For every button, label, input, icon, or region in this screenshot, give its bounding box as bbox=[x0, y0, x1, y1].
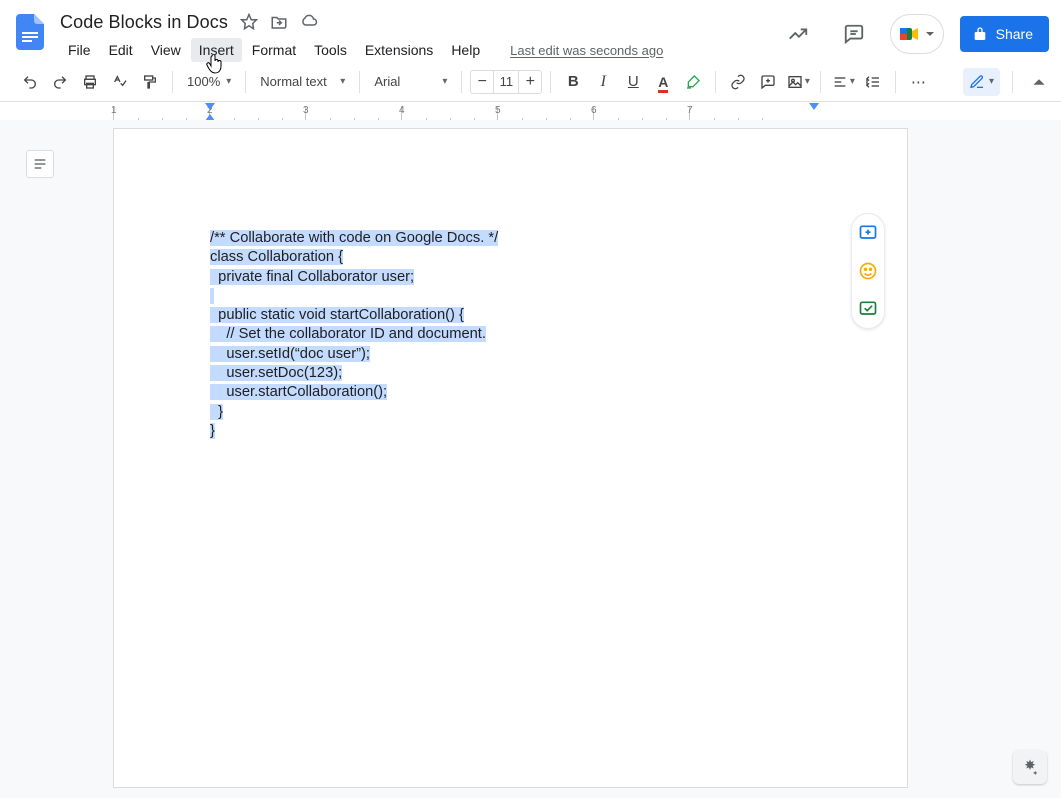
toolbar-separator bbox=[1012, 71, 1013, 93]
code-line[interactable]: public static void startCollaboration() … bbox=[210, 306, 498, 325]
share-button[interactable]: Share bbox=[960, 16, 1049, 52]
suggest-edits-rail-button[interactable] bbox=[855, 296, 881, 322]
toolbar-separator bbox=[461, 71, 462, 93]
menu-help[interactable]: Help bbox=[443, 38, 488, 62]
chevron-down-icon: ▾ bbox=[340, 76, 345, 87]
first-line-indent-marker[interactable] bbox=[205, 103, 215, 110]
toolbar-separator bbox=[245, 71, 246, 93]
highlight-button[interactable] bbox=[679, 68, 707, 96]
cloud-status-icon[interactable] bbox=[300, 13, 318, 31]
add-emoji-rail-button[interactable] bbox=[855, 258, 881, 284]
code-line[interactable]: // Set the collaborator ID and document. bbox=[210, 325, 498, 344]
code-line[interactable]: user.setId(“doc user”); bbox=[210, 345, 498, 364]
spellcheck-button[interactable] bbox=[106, 68, 134, 96]
font-size-increase-button[interactable]: + bbox=[519, 73, 541, 91]
font-dropdown[interactable]: Arial ▾ bbox=[368, 68, 453, 96]
code-line[interactable]: /** Collaborate with code on Google Docs… bbox=[210, 229, 498, 248]
font-size-decrease-button[interactable]: − bbox=[471, 73, 493, 91]
paint-format-button[interactable] bbox=[136, 68, 164, 96]
chevron-down-icon: ▾ bbox=[805, 76, 810, 87]
code-line[interactable] bbox=[210, 287, 498, 306]
app-header: Code Blocks in Docs File Edit View Inser… bbox=[0, 0, 1061, 62]
document-canvas: /** Collaborate with code on Google Docs… bbox=[0, 120, 1061, 798]
hide-menus-button[interactable] bbox=[1025, 68, 1053, 96]
explore-button[interactable] bbox=[1013, 750, 1047, 784]
title-area: Code Blocks in Docs File Edit View Inser… bbox=[60, 8, 663, 62]
italic-button[interactable]: I bbox=[589, 68, 617, 96]
underline-button[interactable]: U bbox=[619, 68, 647, 96]
insert-link-button[interactable] bbox=[724, 68, 752, 96]
menu-format[interactable]: Format bbox=[244, 38, 304, 62]
horizontal-ruler[interactable]: 1234567 bbox=[0, 102, 1061, 122]
code-line[interactable]: user.startCollaboration(); bbox=[210, 383, 498, 402]
redo-button[interactable] bbox=[46, 68, 74, 96]
add-comment-rail-button[interactable] bbox=[855, 220, 881, 246]
text-color-button[interactable]: A bbox=[649, 68, 677, 96]
document-page[interactable]: /** Collaborate with code on Google Docs… bbox=[113, 128, 908, 788]
docs-logo[interactable] bbox=[12, 8, 48, 56]
menubar: File Edit View Insert Format Tools Exten… bbox=[60, 38, 663, 62]
toolbar-separator bbox=[895, 71, 896, 93]
right-indent-marker[interactable] bbox=[809, 103, 819, 110]
line-spacing-button[interactable] bbox=[859, 68, 887, 96]
activity-icon[interactable] bbox=[778, 14, 818, 54]
share-button-label: Share bbox=[996, 26, 1033, 42]
suggestion-rail bbox=[851, 213, 885, 329]
menu-insert[interactable]: Insert bbox=[191, 38, 242, 62]
menu-edit[interactable]: Edit bbox=[101, 38, 141, 62]
editing-mode-button[interactable]: ▾ bbox=[963, 68, 1000, 96]
zoom-value: 100% bbox=[187, 74, 220, 89]
more-toolbar-button[interactable]: ⋯ bbox=[904, 68, 932, 96]
chevron-down-icon: ▾ bbox=[850, 76, 855, 87]
paragraph-style-dropdown[interactable]: Normal text ▾ bbox=[254, 68, 351, 96]
toolbar-separator bbox=[715, 71, 716, 93]
chevron-down-icon: ▾ bbox=[989, 76, 994, 87]
align-button[interactable]: ▾ bbox=[829, 68, 857, 96]
bold-button[interactable]: B bbox=[559, 68, 587, 96]
document-title[interactable]: Code Blocks in Docs bbox=[60, 12, 228, 33]
menu-file[interactable]: File bbox=[60, 38, 99, 62]
toolbar: 100% ▾ Normal text ▾ Arial ▾ − + B I U A… bbox=[0, 62, 1061, 102]
comments-icon[interactable] bbox=[834, 14, 874, 54]
insert-comment-button[interactable] bbox=[754, 68, 782, 96]
zoom-dropdown[interactable]: 100% ▾ bbox=[181, 68, 237, 96]
code-line[interactable]: class Collaboration { bbox=[210, 248, 498, 267]
document-content[interactable]: /** Collaborate with code on Google Docs… bbox=[210, 229, 498, 441]
chevron-down-icon: ▾ bbox=[226, 76, 231, 87]
font-value: Arial bbox=[374, 74, 436, 89]
code-line[interactable]: user.setDoc(123); bbox=[210, 364, 498, 383]
code-line[interactable]: } bbox=[210, 422, 498, 441]
font-size-control: − + bbox=[470, 70, 542, 94]
menu-view[interactable]: View bbox=[143, 38, 189, 62]
undo-button[interactable] bbox=[16, 68, 44, 96]
toolbar-separator bbox=[550, 71, 551, 93]
star-icon[interactable] bbox=[240, 13, 258, 31]
toolbar-separator bbox=[820, 71, 821, 93]
toolbar-separator bbox=[359, 71, 360, 93]
paragraph-style-value: Normal text bbox=[260, 74, 334, 89]
print-button[interactable] bbox=[76, 68, 104, 96]
font-size-input[interactable] bbox=[493, 71, 519, 93]
code-line[interactable]: private final Collaborator user; bbox=[210, 268, 498, 287]
meet-button[interactable] bbox=[890, 14, 944, 54]
toolbar-separator bbox=[172, 71, 173, 93]
menu-extensions[interactable]: Extensions bbox=[357, 38, 441, 62]
chevron-down-icon: ▾ bbox=[442, 76, 447, 87]
last-edit-link[interactable]: Last edit was seconds ago bbox=[510, 43, 663, 58]
insert-image-button[interactable]: ▾ bbox=[784, 68, 812, 96]
document-outline-button[interactable] bbox=[26, 150, 54, 178]
move-icon[interactable] bbox=[270, 13, 288, 31]
code-line[interactable]: } bbox=[210, 403, 498, 422]
menu-tools[interactable]: Tools bbox=[306, 38, 355, 62]
appbar-right: Share bbox=[778, 8, 1049, 54]
